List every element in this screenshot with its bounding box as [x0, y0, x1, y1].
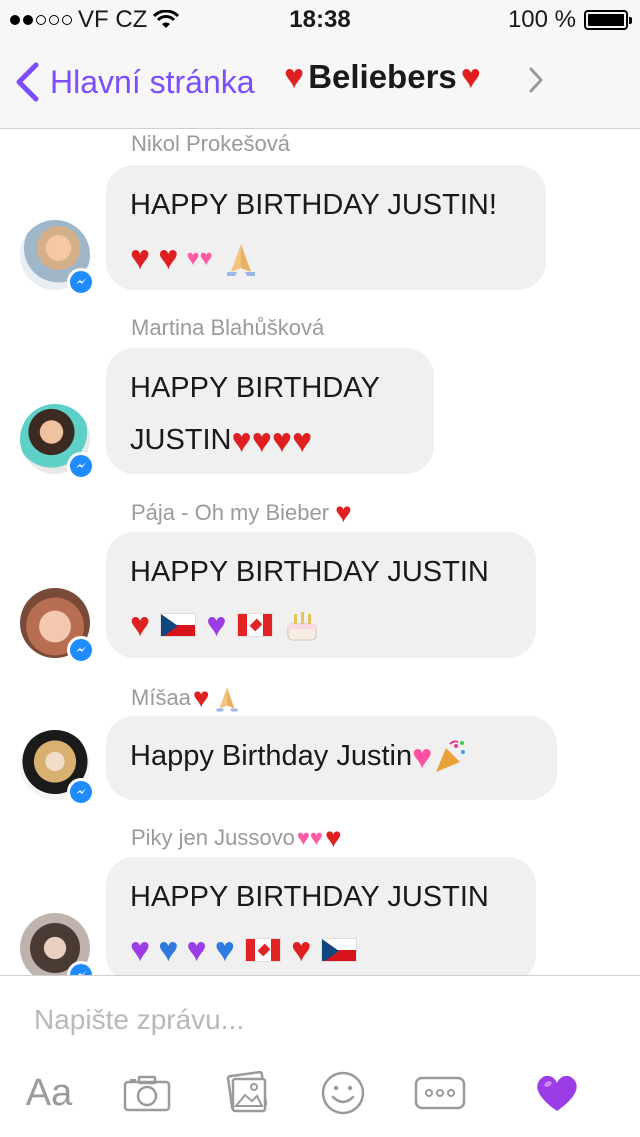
red-heart-icon: ♥	[251, 422, 272, 461]
battery-icon	[584, 10, 632, 30]
red-heart-icon: ♥	[460, 58, 481, 96]
back-button[interactable]: Hlavní stránka	[14, 62, 255, 102]
czech-flag-icon	[321, 938, 358, 963]
canada-flag-icon	[245, 938, 281, 963]
purple-heart-icon: ♥	[186, 931, 207, 970]
composer-toolbar: Aa	[0, 1068, 640, 1128]
red-heart-icon: ♥	[130, 606, 151, 645]
message-line-2: JUSTIN♥♥♥♥	[130, 414, 410, 466]
purple-heart-icon	[537, 1075, 577, 1111]
message-input[interactable]: Napište zprávu...	[34, 1004, 244, 1036]
red-heart-icon: ♥	[271, 422, 293, 461]
composer: Napište zprávu... Aa	[0, 975, 640, 1137]
red-heart-icon: ♥	[284, 58, 305, 96]
message-emoji-row: ♥ ♥ ♥ ♥ ♥	[130, 923, 512, 975]
camera-icon	[123, 1075, 171, 1112]
sender-name: Piky jen Jussovo	[131, 825, 295, 850]
send-heart-button[interactable]	[532, 1068, 582, 1118]
messenger-badge-icon	[67, 268, 95, 296]
blue-heart-icon: ♥	[214, 931, 235, 970]
message-emoji-row: ♥ ♥ ♥♥	[130, 231, 522, 283]
message-thread[interactable]: Nikol Prokešová HAPPY BIRTHDAY JUSTIN! ♥…	[0, 129, 640, 975]
messenger-badge-icon	[67, 452, 95, 480]
more-button[interactable]	[414, 1068, 466, 1118]
sender-name-row: Míšaa ♥	[131, 683, 242, 713]
red-heart-icon: ♥	[130, 239, 151, 278]
message-text: HAPPY BIRTHDAY JUSTIN!	[130, 189, 497, 221]
more-icon	[414, 1076, 466, 1110]
sender-name: Nikol Prokešová	[131, 131, 290, 156]
message-emoji-row: ♥ ♥	[130, 598, 512, 650]
message-bubble[interactable]: HAPPY BIRTHDAY JUSTIN♥♥♥♥	[106, 348, 434, 474]
message-text: HAPPY BIRTHDAY JUSTIN	[130, 881, 489, 913]
gallery-button[interactable]	[222, 1068, 272, 1118]
text-format-button[interactable]: Aa	[24, 1068, 74, 1118]
blue-heart-icon: ♥	[158, 931, 179, 970]
chevron-left-icon	[16, 62, 39, 102]
chevron-right-icon[interactable]	[528, 66, 544, 94]
conversation-name: Beliebers	[308, 58, 457, 95]
sender-name: Míšaa	[131, 685, 191, 710]
message-bubble[interactable]: HAPPY BIRTHDAY JUSTIN! ♥ ♥ ♥♥	[106, 165, 546, 290]
two-hearts-icon: ♥♥	[186, 245, 213, 271]
sender-name-row: Pája - Oh my Bieber ♥	[131, 499, 352, 527]
stickers-button[interactable]	[318, 1068, 368, 1118]
red-heart-icon: ♥	[192, 682, 210, 713]
battery-info: 100 %	[507, 6, 632, 34]
message-text: HAPPY BIRTHDAY	[130, 372, 380, 404]
sparkling-heart-icon: ♥	[412, 738, 433, 777]
conversation-title[interactable]: ♥ Beliebers ♥	[284, 58, 481, 96]
sender-name-row: Piky jen Jussovo ♥♥ ♥	[131, 824, 342, 852]
status-bar: VF CZ 18:38 100 %	[0, 0, 640, 40]
message-bubble[interactable]: HAPPY BIRTHDAY JUSTIN ♥ ♥ ♥ ♥ ♥	[106, 857, 536, 975]
red-heart-icon: ♥	[158, 239, 179, 278]
photo-gallery-icon	[226, 1070, 268, 1113]
red-heart-icon: ♥	[291, 931, 312, 970]
red-heart-icon: ♥	[231, 422, 252, 461]
messenger-badge-icon	[67, 636, 95, 664]
navigation-bar: Hlavní stránka ♥ Beliebers ♥	[0, 40, 640, 129]
battery-percent: 100 %	[507, 6, 576, 33]
message-text: JUSTIN	[130, 424, 232, 456]
red-heart-icon: ♥	[292, 422, 313, 461]
message-bubble[interactable]: Happy Birthday Justin♥	[106, 716, 557, 800]
birthday-cake-icon	[287, 612, 317, 641]
red-heart-icon: ♥	[335, 497, 352, 528]
party-popper-icon	[436, 740, 466, 773]
message-bubble[interactable]: HAPPY BIRTHDAY JUSTIN ♥ ♥	[106, 532, 536, 658]
red-heart-icon: ♥	[324, 822, 342, 853]
messenger-badge-icon	[67, 778, 95, 806]
smiley-icon	[321, 1071, 365, 1115]
praying-hands-icon	[216, 687, 238, 712]
sender-name: Martina Blahůšková	[131, 315, 325, 340]
message-text: Happy Birthday Justin	[130, 740, 413, 772]
czech-flag-icon	[160, 613, 197, 638]
two-hearts-icon: ♥♥	[296, 825, 323, 850]
praying-hands-icon	[226, 244, 255, 277]
message-text: HAPPY BIRTHDAY JUSTIN	[130, 556, 489, 588]
canada-flag-icon	[236, 613, 273, 638]
sender-name: Pája - Oh my Bieber	[131, 500, 330, 525]
purple-heart-icon: ♥	[130, 931, 151, 970]
camera-button[interactable]	[122, 1068, 172, 1118]
purple-heart-icon: ♥	[206, 606, 227, 645]
back-label: Hlavní stránka	[50, 63, 255, 100]
